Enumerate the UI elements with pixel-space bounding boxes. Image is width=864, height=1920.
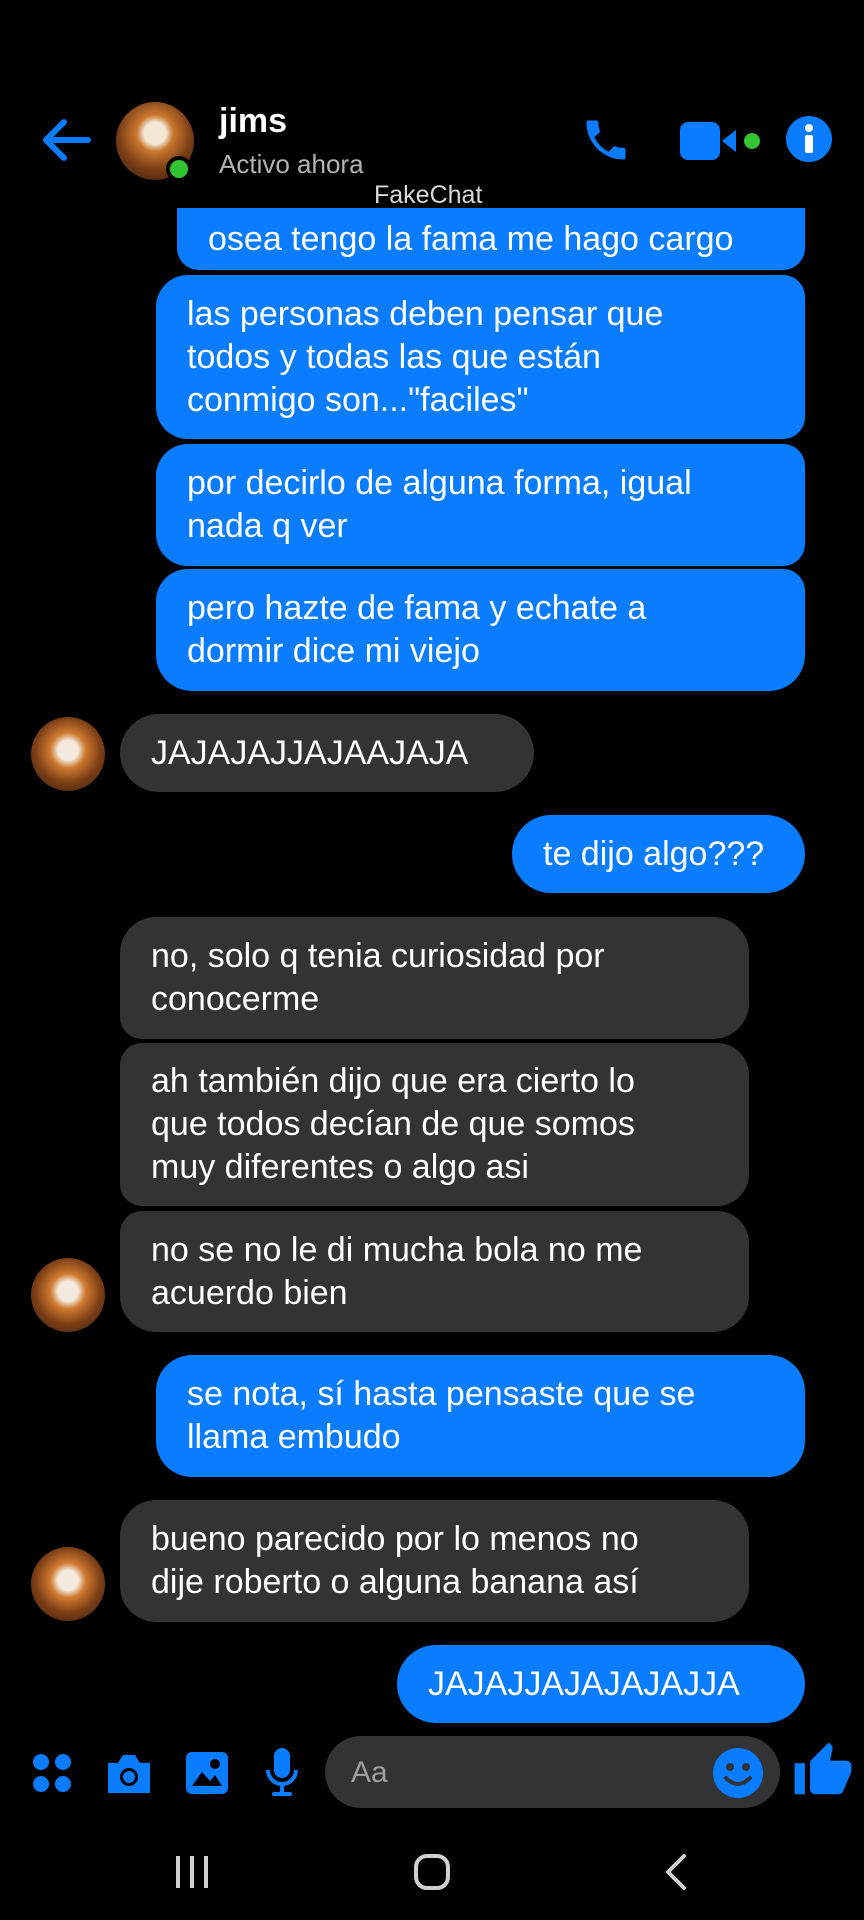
emoji-icon[interactable] xyxy=(712,1747,764,1799)
message-bubble-outgoing[interactable]: las personas deben pensar que todos y to… xyxy=(156,275,805,439)
image-icon[interactable] xyxy=(184,1750,230,1796)
watermark: FakeChat xyxy=(374,181,483,209)
message-bubble-incoming[interactable]: bueno parecido por lo menos no dije robe… xyxy=(120,1500,749,1622)
back-nav-icon[interactable] xyxy=(662,1852,688,1892)
contact-avatar-small xyxy=(31,717,105,791)
message-input-placeholder: Aa xyxy=(351,1756,388,1789)
home-icon[interactable] xyxy=(413,1853,451,1891)
back-arrow-icon[interactable] xyxy=(40,118,92,162)
message-bubble-incoming[interactable]: no se no le di mucha bola no me acuerdo … xyxy=(120,1211,749,1332)
message-bubble-outgoing[interactable]: por decirlo de alguna forma, igual nada … xyxy=(156,444,805,566)
recent-apps-icon[interactable] xyxy=(174,1852,210,1892)
video-call-icon[interactable] xyxy=(680,118,764,164)
message-bubble-incoming[interactable]: no, solo q tenia curiosidad por conocerm… xyxy=(120,917,749,1039)
message-bubble-outgoing[interactable]: osea tengo la fama me hago cargo xyxy=(177,208,805,270)
apps-icon[interactable] xyxy=(30,1751,74,1795)
message-bubble-incoming[interactable]: ah también dijo que era cierto lo que to… xyxy=(120,1043,749,1206)
message-bubble-outgoing[interactable]: se nota, sí hasta pensaste que se llama … xyxy=(156,1355,805,1477)
message-bubble-outgoing[interactable]: te dijo algo??? xyxy=(512,815,805,893)
online-indicator xyxy=(166,156,192,182)
message-bubble-incoming[interactable]: JAJAJAJJAJAAJAJA xyxy=(120,714,534,792)
info-icon[interactable] xyxy=(786,116,832,162)
mic-icon[interactable] xyxy=(264,1746,300,1798)
contact-avatar-small xyxy=(31,1258,105,1332)
message-bubble-outgoing[interactable]: pero hazte de fama y echate a dormir dic… xyxy=(156,569,805,691)
contact-avatar-small xyxy=(31,1547,105,1621)
camera-icon[interactable] xyxy=(104,1751,154,1795)
contact-status: Activo ahora xyxy=(219,149,364,179)
thumbs-up-icon[interactable] xyxy=(792,1740,854,1802)
phone-icon[interactable] xyxy=(580,114,632,166)
message-bubble-outgoing[interactable]: JAJAJJAJAJAJAJJA xyxy=(397,1645,805,1723)
contact-name[interactable]: jims xyxy=(219,102,287,141)
